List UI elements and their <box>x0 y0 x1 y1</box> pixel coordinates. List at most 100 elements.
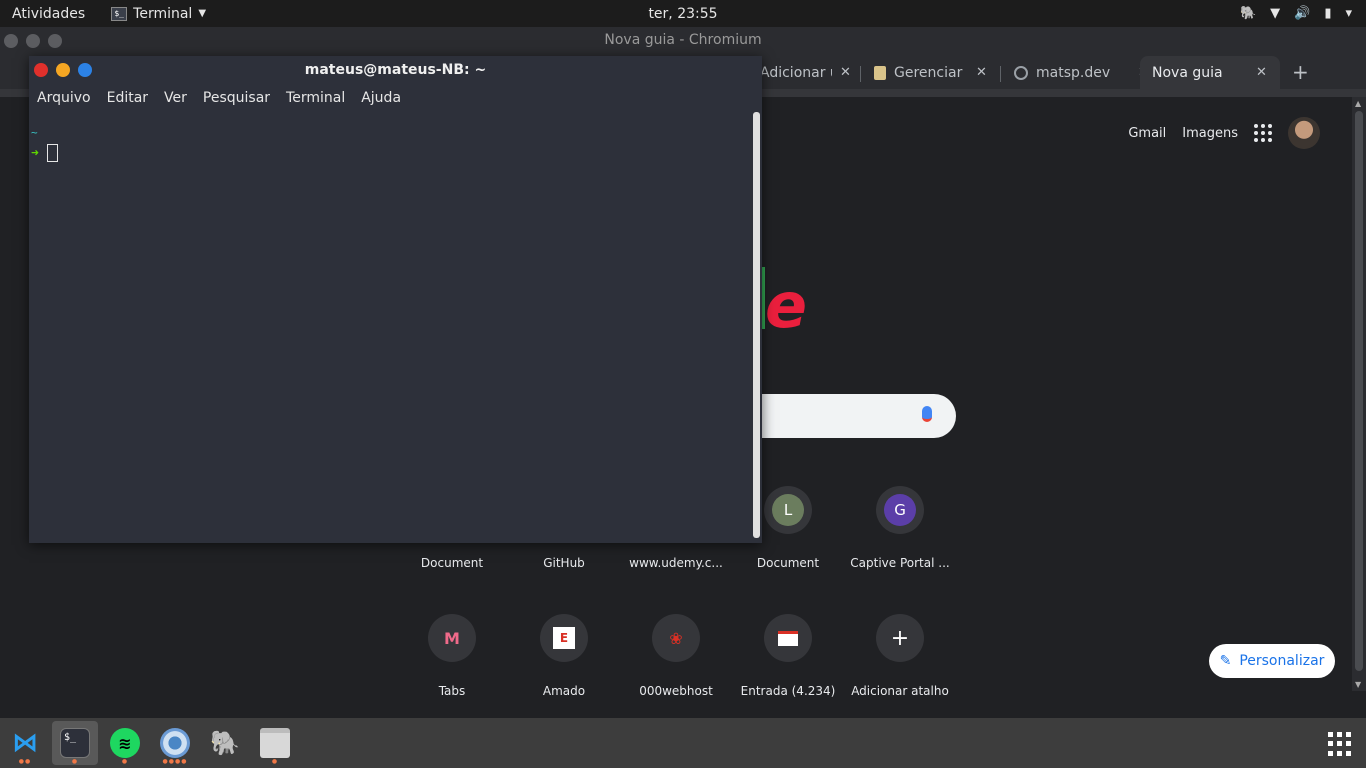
postgres-icon: 🐘 <box>210 729 240 757</box>
shortcut-tile[interactable]: M Tabs <box>396 610 508 722</box>
tab-nova-guia[interactable]: Nova guia ✕ <box>1140 56 1280 89</box>
tab-matsp[interactable]: matsp.dev ✕ <box>1002 56 1161 89</box>
close-tab-icon[interactable]: ✕ <box>976 65 987 80</box>
menu-terminal[interactable]: Terminal <box>286 90 345 106</box>
google-header-links: Gmail Imagens <box>1128 117 1320 149</box>
menu-editar[interactable]: Editar <box>107 90 148 106</box>
window-controls <box>34 63 92 77</box>
shortcut-icon: G <box>876 486 924 534</box>
tab-adicionar[interactable]: Adicionar u ✕ <box>748 56 863 89</box>
terminal-icon: $_ <box>60 728 90 758</box>
apps-grid-icon[interactable] <box>1254 124 1272 142</box>
dock-files[interactable]: ● <box>252 721 298 765</box>
shortcut-tile[interactable]: E Amado <box>508 610 620 722</box>
profile-avatar[interactable] <box>1288 117 1320 149</box>
running-indicator: ●●●● <box>162 758 188 765</box>
scrollbar-thumb[interactable] <box>1355 111 1363 671</box>
chevron-down-icon[interactable]: ▾ <box>1345 6 1352 21</box>
tab-label: Gerenciar D <box>894 64 968 81</box>
dock-spotify[interactable]: ≋ ● <box>102 721 148 765</box>
files-icon <box>260 728 290 758</box>
top-bar: Atividades $_ Terminal ▼ ter, 23:55 🐘 ▼ … <box>0 0 1366 27</box>
shortcut-tile[interactable]: ❀ 000webhost <box>620 610 732 722</box>
tab-label: Nova guia <box>1152 64 1223 81</box>
shortcut-label: Amado <box>542 684 586 698</box>
new-tab-button[interactable]: + <box>1292 60 1309 84</box>
webhost-icon: ❀ <box>652 614 700 662</box>
dock-terminal[interactable]: $_ ● <box>52 721 98 765</box>
battery-icon[interactable]: ▮ <box>1324 6 1331 21</box>
terminal-titlebar: mateus@mateus-NB: ~ <box>29 56 762 84</box>
page-scrollbar[interactable]: ▲ ▼ <box>1352 97 1366 691</box>
text-cursor <box>47 144 58 162</box>
shortcut-label: Document <box>756 556 820 570</box>
gmail-link[interactable]: Gmail <box>1128 126 1166 141</box>
postgres-tray-icon[interactable]: 🐘 <box>1240 6 1256 21</box>
shortcut-label: GitHub <box>543 556 585 570</box>
volume-icon[interactable]: 🔊 <box>1294 6 1310 21</box>
m-logo-icon: M <box>428 614 476 662</box>
close-button[interactable] <box>34 63 48 77</box>
running-indicator: ●● <box>18 758 32 765</box>
terminal-window: mateus@mateus-NB: ~ Arquivo Editar Ver P… <box>29 56 762 543</box>
wifi-icon[interactable]: ▼ <box>1270 6 1280 21</box>
menu-ver[interactable]: Ver <box>164 90 187 106</box>
microphone-icon[interactable] <box>922 406 932 422</box>
tab-separator <box>860 66 861 82</box>
caret-down-icon: ▼ <box>198 8 207 19</box>
minimize-button[interactable] <box>56 63 70 77</box>
shortcut-label: Entrada (4.234) <box>740 684 836 698</box>
chromium-titlebar: Nova guia - Chromium <box>0 27 1366 54</box>
prompt-arrow: ➜ <box>31 146 39 161</box>
dock-pgadmin[interactable]: 🐘 <box>202 721 248 765</box>
shortcut-label: Captive Portal ... <box>850 556 950 570</box>
maximize-button[interactable] <box>78 63 92 77</box>
plus-icon: + <box>876 614 924 662</box>
letter-avatar: G <box>884 494 916 526</box>
dock-vscode[interactable]: ⋈ ●● <box>2 721 48 765</box>
maximize-dot[interactable] <box>48 34 62 48</box>
running-indicator: ● <box>71 758 79 765</box>
add-shortcut-tile[interactable]: + Adicionar atalho <box>844 610 956 722</box>
menu-pesquisar[interactable]: Pesquisar <box>203 90 270 106</box>
scroll-up-icon[interactable]: ▲ <box>1355 99 1361 108</box>
vscode-icon: ⋈ <box>12 728 38 758</box>
terminal-small-icon: $_ <box>111 6 128 21</box>
minimize-dot[interactable] <box>26 34 40 48</box>
close-tab-icon[interactable]: ✕ <box>1256 65 1267 80</box>
window-controls <box>4 34 62 48</box>
menu-ajuda[interactable]: Ajuda <box>361 90 401 106</box>
menu-arquivo[interactable]: Arquivo <box>37 90 91 106</box>
shortcut-label: Tabs <box>438 684 466 698</box>
letter-avatar: L <box>772 494 804 526</box>
terminal-title: mateus@mateus-NB: ~ <box>304 62 487 78</box>
shortcut-label: www.udemy.c... <box>629 556 723 570</box>
system-tray[interactable]: 🐘 ▼ 🔊 ▮ ▾ <box>1240 0 1352 27</box>
close-dot[interactable] <box>4 34 18 48</box>
google-logo-e: e <box>765 269 808 342</box>
terminal-scrollbar[interactable] <box>753 112 760 538</box>
running-indicator: ● <box>271 758 279 765</box>
chromium-icon <box>160 728 190 758</box>
scroll-down-icon[interactable]: ▼ <box>1355 680 1361 689</box>
gmail-icon <box>764 614 812 662</box>
shortcut-label: 000webhost <box>639 684 713 698</box>
shortcut-icon: E <box>540 614 588 662</box>
images-link[interactable]: Imagens <box>1182 126 1238 141</box>
close-tab-icon[interactable]: ✕ <box>840 65 851 80</box>
prompt-dir: ~ <box>31 126 38 139</box>
terminal-output[interactable]: ~ ➜ <box>29 116 762 543</box>
dock-chromium[interactable]: ●●●● <box>152 721 198 765</box>
tab-gerenciar[interactable]: Gerenciar D ✕ <box>862 56 999 89</box>
app-menu[interactable]: $_ Terminal ▼ <box>111 6 206 22</box>
tab-separator <box>1000 66 1001 82</box>
activities-button[interactable]: Atividades <box>12 6 85 22</box>
shortcut-tile[interactable]: G Captive Portal ... <box>844 482 956 594</box>
show-applications-icon[interactable] <box>1328 732 1352 756</box>
shortcut-tile[interactable]: Entrada (4.234) <box>732 610 844 722</box>
window-title: Nova guia - Chromium <box>604 32 762 48</box>
e-logo: E <box>553 627 575 649</box>
running-indicator: ● <box>121 758 129 765</box>
app-menu-label: Terminal <box>133 5 193 22</box>
customize-button[interactable]: ✎ Personalizar <box>1209 644 1335 678</box>
